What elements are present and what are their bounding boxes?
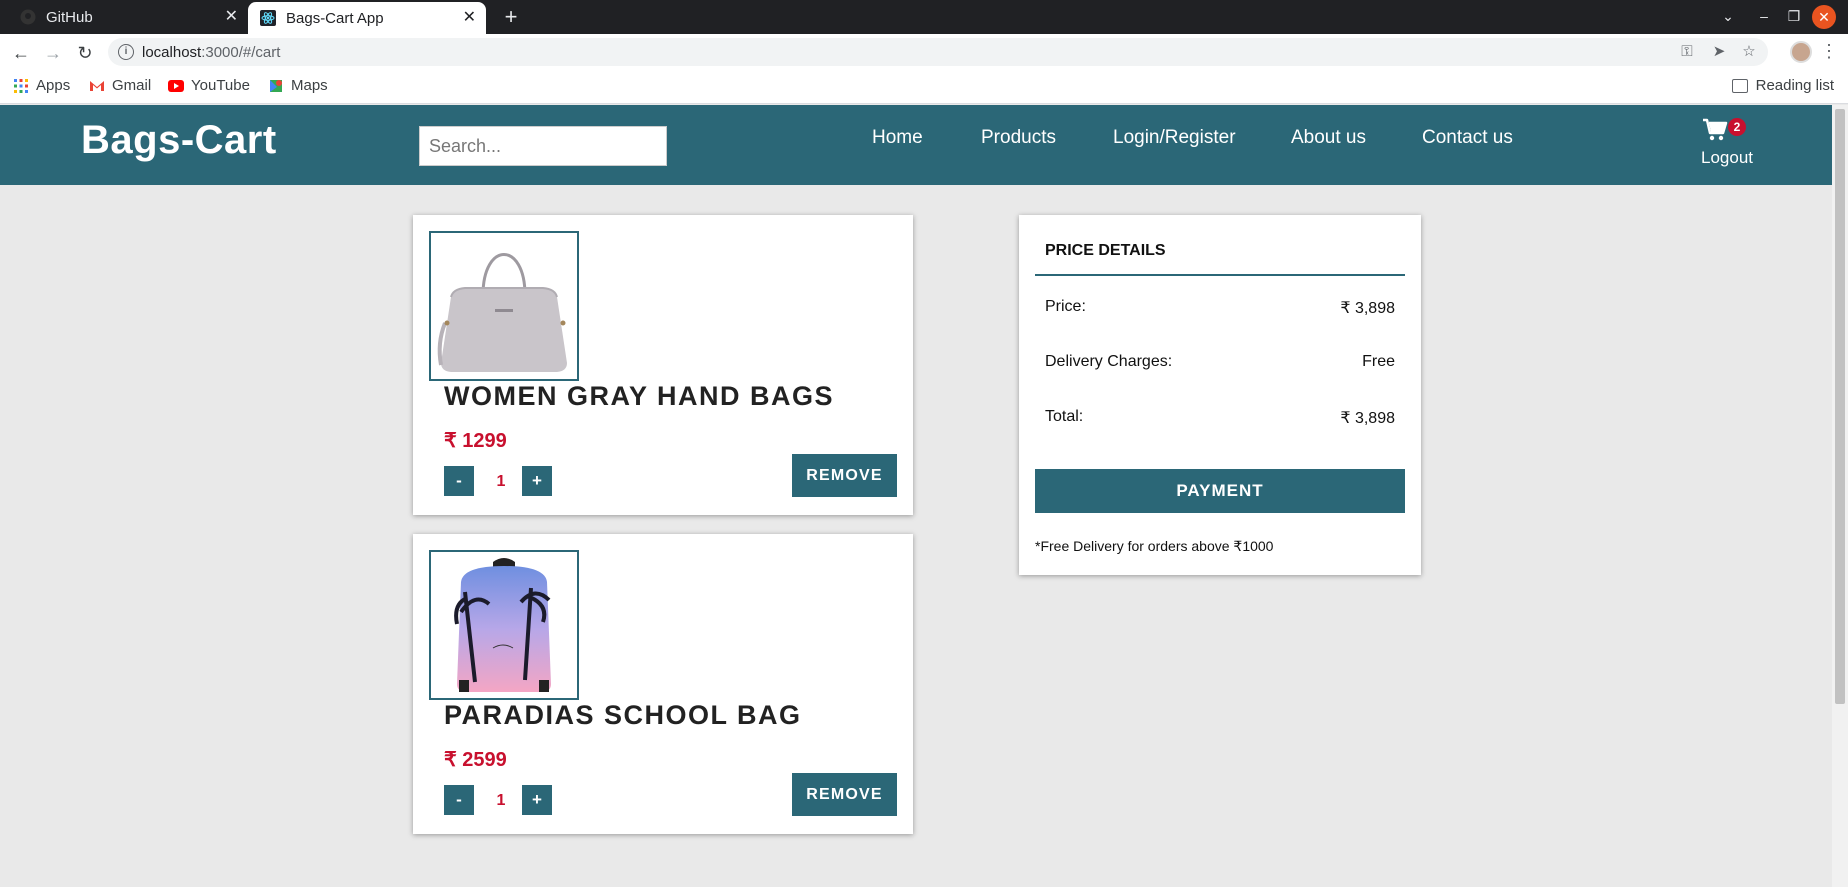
bookmark-label: YouTube [191, 77, 250, 94]
bookmark-maps[interactable]: Maps [268, 77, 328, 94]
product-name: PARADIAS SCHOOL BAG [444, 700, 802, 730]
delivery-row: Delivery Charges: Free [1045, 353, 1395, 371]
app-header: Bags-Cart Home Products Login/Register A… [0, 105, 1832, 185]
tab-bags-cart[interactable]: Bags-Cart App ✕ [248, 2, 486, 34]
row-label: Price: [1045, 298, 1086, 315]
increase-quantity-button[interactable]: + [522, 785, 552, 815]
key-icon[interactable]: ⚿ [1678, 43, 1696, 61]
send-icon[interactable]: ➤ [1710, 43, 1728, 61]
star-icon[interactable]: ☆ [1740, 43, 1758, 61]
tab-search-icon[interactable]: ⌄ [1718, 8, 1738, 25]
nav-about-us[interactable]: About us [1291, 127, 1366, 149]
site-info-icon[interactable]: i [118, 44, 134, 60]
logout-link[interactable]: Logout [1701, 148, 1753, 168]
bookmarks-bar: Apps Gmail YouTube Maps Reading list [0, 71, 1848, 104]
price-details-panel: PRICE DETAILS Price: ₹ 3,898 Delivery Ch… [1019, 215, 1421, 575]
profile-avatar[interactable] [1790, 41, 1812, 63]
restore-icon[interactable]: ❐ [1784, 8, 1804, 25]
product-image-gray-handbag[interactable] [429, 231, 579, 381]
nav-login-register[interactable]: Login/Register [1113, 127, 1236, 149]
quantity-value: 1 [496, 792, 506, 809]
brand-logo[interactable]: Bags-Cart [81, 118, 277, 163]
total-row: Total: ₹ 3,898 [1045, 408, 1395, 427]
address-bar[interactable]: i localhost:3000/#/cart ⚿ ➤ ☆ [108, 38, 1768, 66]
row-value: ₹ 3,898 [1340, 300, 1395, 317]
new-tab-icon[interactable]: + [498, 4, 524, 30]
decrease-quantity-button[interactable]: - [444, 785, 474, 815]
close-icon[interactable]: ✕ [225, 9, 238, 25]
browser-tab-strip: GitHub ✕ Bags-Cart App ✕ + ⌄ – ❐ ✕ [0, 0, 1848, 34]
forward-icon[interactable]: → [42, 42, 64, 64]
close-icon[interactable]: ✕ [463, 10, 476, 26]
free-delivery-note: *Free Delivery for orders above ₹1000 [1035, 538, 1274, 554]
price-details-title: PRICE DETAILS [1045, 242, 1166, 259]
price-row: Price: ₹ 3,898 [1045, 298, 1395, 317]
product-image-school-bag[interactable] [429, 550, 579, 700]
reload-icon[interactable]: ↻ [74, 42, 96, 64]
tab-title: GitHub [46, 8, 93, 26]
remove-button[interactable]: REMOVE [792, 454, 897, 497]
react-icon [260, 10, 276, 26]
github-icon [20, 9, 36, 25]
decrease-quantity-button[interactable]: - [444, 466, 474, 496]
divider [1035, 274, 1405, 276]
reading-list-label: Reading list [1755, 77, 1834, 94]
row-label: Total: [1045, 408, 1084, 425]
cart-item: PARADIAS SCHOOL BAG ₹ 2599 - 1 + REMOVE [413, 534, 913, 834]
cart-count-badge: 2 [1728, 118, 1746, 136]
gmail-icon [89, 78, 105, 94]
shopping-cart-icon [1702, 118, 1728, 142]
bookmark-label: Gmail [112, 77, 152, 94]
window-close-icon[interactable]: ✕ [1812, 5, 1836, 29]
bookmark-gmail[interactable]: Gmail [89, 77, 151, 94]
cart-item: WOMEN GRAY HAND BAGS ₹ 1299 - 1 + REMOVE [413, 215, 913, 515]
bookmark-youtube[interactable]: YouTube [168, 77, 250, 94]
back-icon[interactable]: ← [10, 42, 32, 64]
row-value: Free [1362, 353, 1395, 370]
bookmark-label: Maps [291, 77, 328, 94]
reading-list-button[interactable]: Reading list [1731, 77, 1834, 94]
quantity-value: 1 [496, 473, 506, 490]
bookmark-apps[interactable]: Apps [13, 77, 70, 94]
product-price: ₹ 2599 [444, 749, 507, 771]
youtube-icon [168, 78, 184, 94]
payment-button[interactable]: PAYMENT [1035, 469, 1405, 513]
reading-list-icon [1731, 78, 1748, 93]
page-content: Bags-Cart Home Products Login/Register A… [0, 105, 1832, 887]
bookmark-label: Apps [36, 77, 71, 94]
tab-title: Bags-Cart App [286, 9, 384, 27]
row-label: Delivery Charges: [1045, 353, 1173, 370]
product-price: ₹ 1299 [444, 430, 507, 452]
maps-icon [268, 78, 284, 94]
page-scrollbar[interactable] [1832, 105, 1848, 887]
nav-home[interactable]: Home [872, 127, 923, 149]
row-value: ₹ 3,898 [1340, 410, 1395, 427]
increase-quantity-button[interactable]: + [522, 466, 552, 496]
scrollbar-thumb[interactable] [1835, 109, 1845, 704]
nav-contact-us[interactable]: Contact us [1422, 127, 1513, 149]
tab-github[interactable]: GitHub ✕ [8, 0, 248, 34]
more-menu-icon[interactable]: ⋮ [1820, 41, 1838, 62]
url-text: localhost:3000/#/cart [142, 44, 281, 61]
apps-grid-icon [13, 78, 29, 94]
minimize-icon[interactable]: – [1754, 8, 1774, 24]
browser-toolbar: ← → ↻ i localhost:3000/#/cart ⚿ ➤ ☆ ⋮ [0, 34, 1848, 71]
nav-products[interactable]: Products [981, 127, 1056, 149]
search-input[interactable] [419, 126, 667, 166]
remove-button[interactable]: REMOVE [792, 773, 897, 816]
product-name: WOMEN GRAY HAND BAGS [444, 381, 835, 411]
